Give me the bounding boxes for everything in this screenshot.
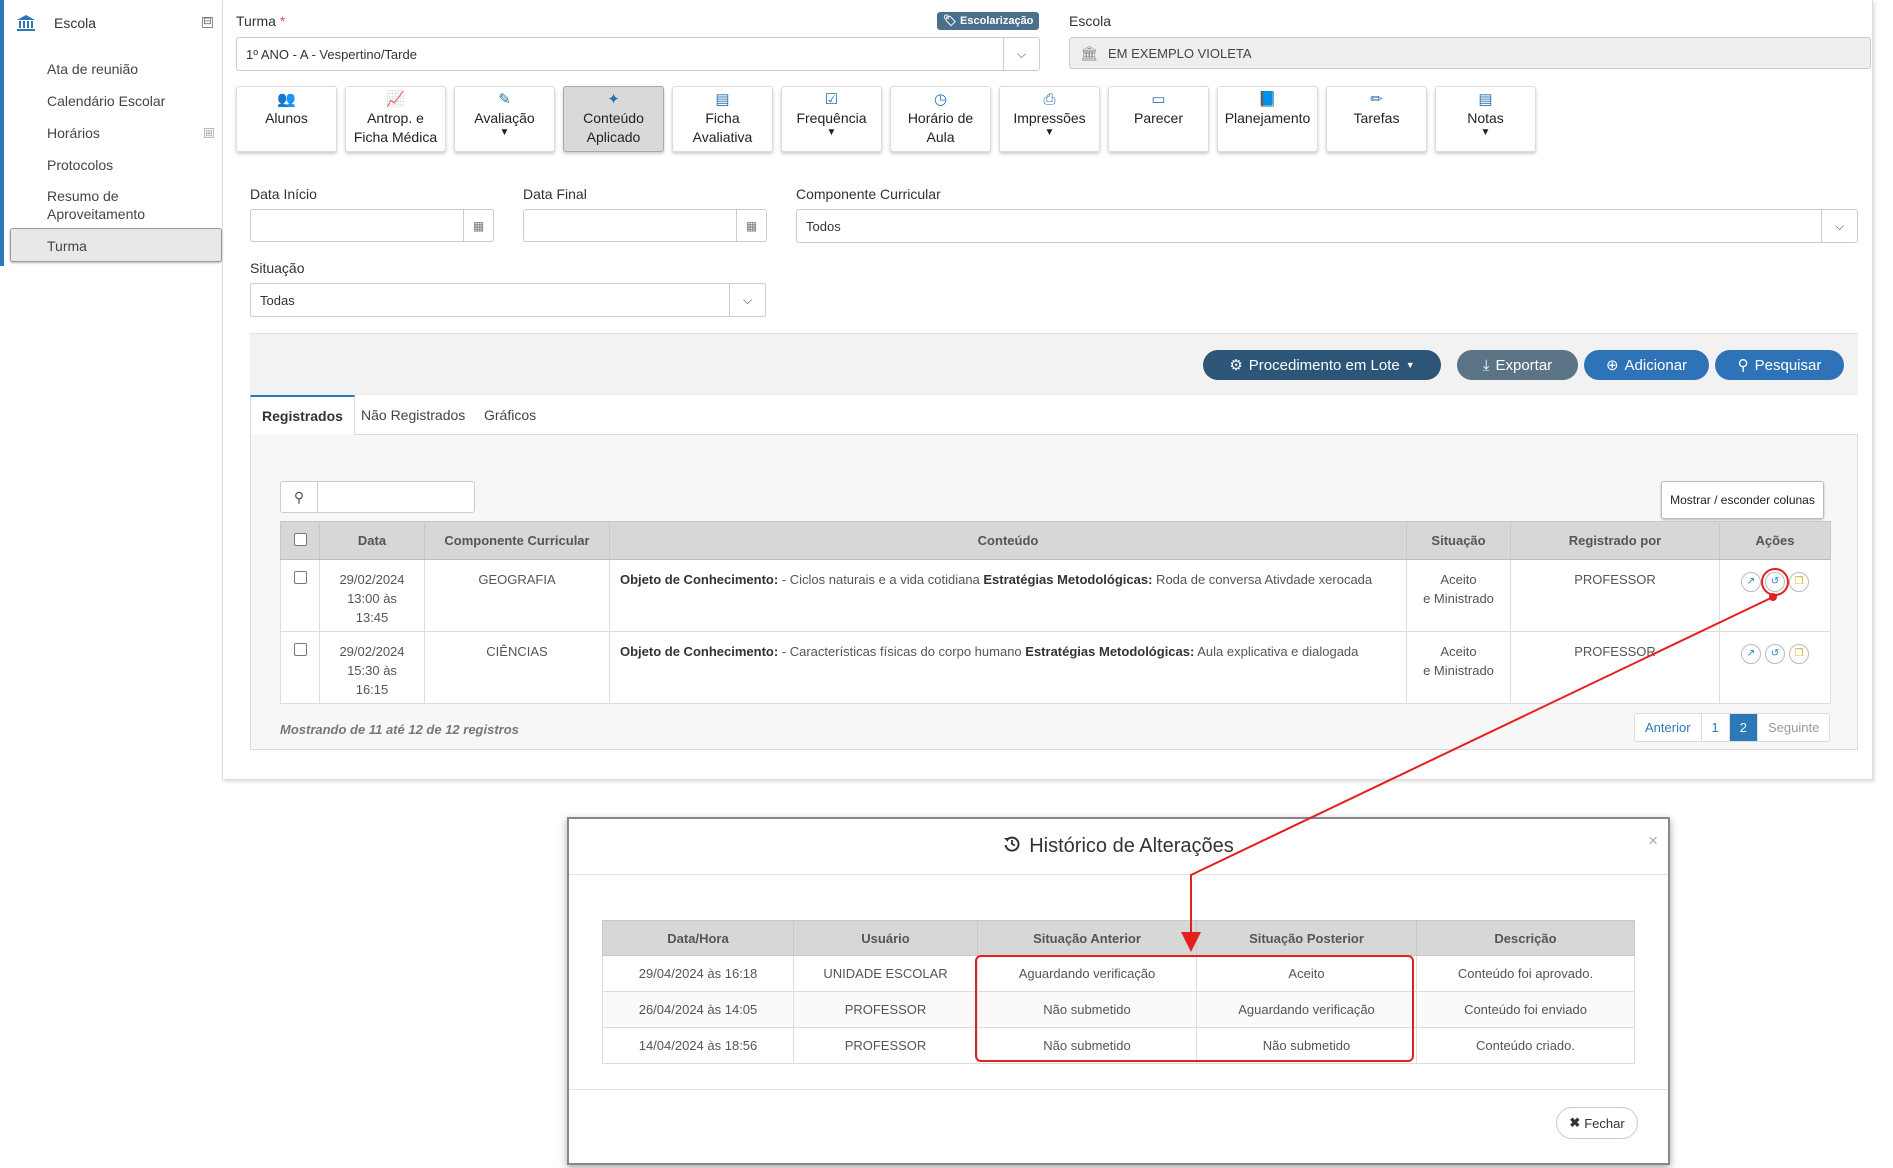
annotation-arrow <box>1181 593 1777 952</box>
